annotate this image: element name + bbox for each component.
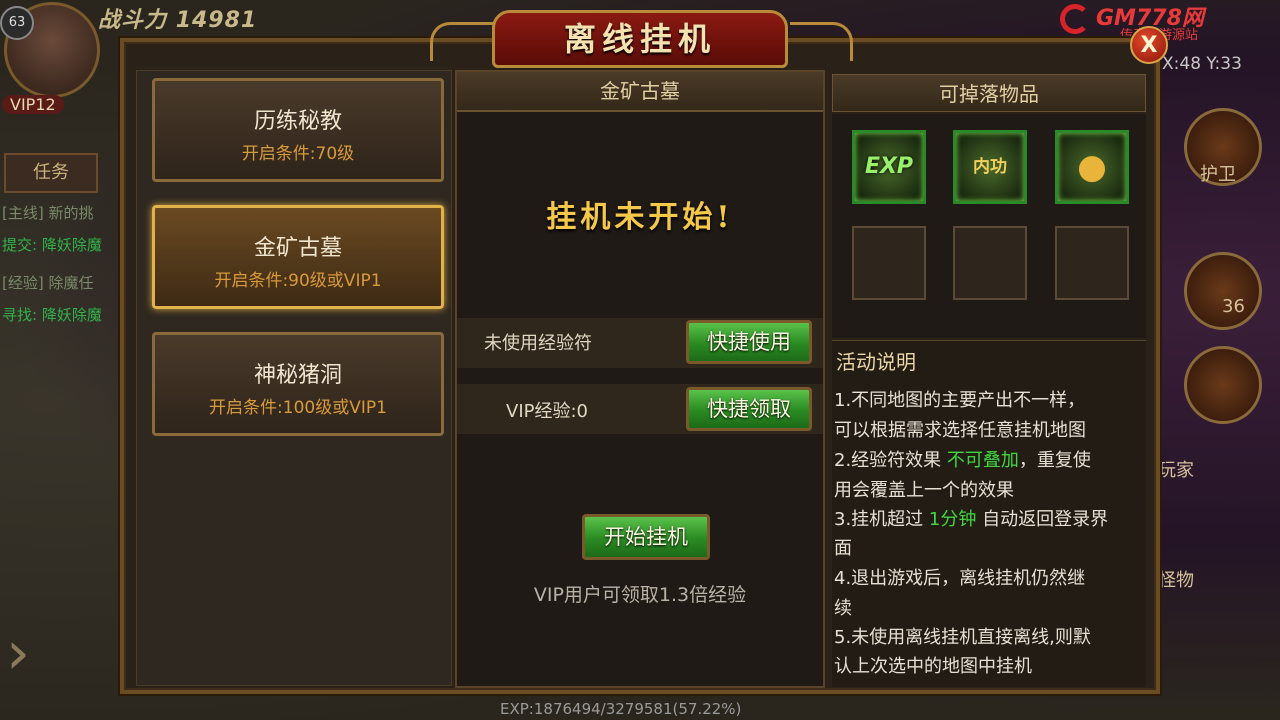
neigong-icon: 内功 bbox=[973, 157, 1007, 177]
drops-title: 可掉落物品 bbox=[832, 74, 1146, 112]
vip-exp-label: VIP经验:0 bbox=[506, 401, 588, 422]
skill-button[interactable] bbox=[1184, 346, 1262, 424]
close-button[interactable]: X bbox=[1130, 26, 1168, 64]
task-tab[interactable]: 任务 bbox=[4, 153, 98, 193]
map-condition: 开启条件:90级或VIP1 bbox=[214, 271, 382, 291]
combat-power: 战斗力 14981 bbox=[98, 8, 258, 33]
dialog-title: 离线挂机 bbox=[563, 20, 716, 58]
potion-count: 36 bbox=[1222, 296, 1245, 317]
map-option-lilian[interactable]: 历练秘教 开启条件:70级 bbox=[152, 78, 444, 182]
afk-status-text: 挂机未开始! bbox=[546, 200, 734, 235]
dialog-title-plate: 离线挂机 bbox=[492, 10, 788, 68]
description-line: 2.经验符效果 不可叠加，重复使 bbox=[834, 450, 1091, 471]
map-option-jinkuang[interactable]: 金矿古墓 开启条件:90级或VIP1 bbox=[152, 205, 444, 309]
drop-slot[interactable]: ● bbox=[1055, 130, 1129, 204]
description-line: 面 bbox=[834, 538, 852, 559]
map-condition: 开启条件:70级 bbox=[241, 144, 355, 164]
chevron-right-icon[interactable]: › bbox=[6, 618, 46, 688]
description-line: 用会覆盖上一个的效果 bbox=[834, 480, 1014, 501]
title-ornament-right bbox=[790, 22, 853, 61]
description-line: 认上次选中的地图中挂机 bbox=[834, 656, 1032, 677]
exp-icon: EXP bbox=[864, 154, 914, 179]
guard-label: 护卫 bbox=[1200, 164, 1236, 185]
highlight-text: 1分钟 bbox=[928, 509, 977, 530]
description-line: 1.不同地图的主要产出不一样， bbox=[834, 390, 1086, 411]
quest-line[interactable]: [主线] 新的挑 bbox=[2, 202, 93, 223]
vip-badge[interactable]: VIP12 bbox=[2, 95, 64, 114]
logo-g-icon bbox=[1060, 4, 1090, 34]
map-name: 金矿古墓 bbox=[253, 236, 342, 261]
selected-map-title: 金矿古墓 bbox=[457, 72, 823, 112]
map-option-zhudong[interactable]: 神秘猪洞 开启条件:100级或VIP1 bbox=[152, 332, 444, 436]
quick-claim-button[interactable]: 快捷领取 bbox=[686, 387, 812, 431]
drop-slot[interactable]: 内功 bbox=[953, 130, 1027, 204]
players-label[interactable]: 玩家 bbox=[1158, 456, 1194, 482]
map-condition: 开启条件:100级或VIP1 bbox=[209, 398, 387, 418]
description-line: 续 bbox=[834, 598, 852, 619]
vip-bonus-note: VIP用户可领取1.3倍经验 bbox=[533, 584, 747, 606]
description-line: 3.挂机超过 1分钟 自动返回登录界 bbox=[834, 509, 1109, 530]
player-level-badge: 63 bbox=[0, 6, 34, 40]
quest-line[interactable]: 提交: 降妖除魔 bbox=[2, 234, 102, 255]
monsters-label[interactable]: 怪物 bbox=[1158, 566, 1194, 592]
coordinates-readout: X:48 Y:33 bbox=[1162, 54, 1242, 74]
description-title: 活动说明 bbox=[836, 350, 916, 374]
drop-slot-empty bbox=[1055, 226, 1129, 300]
exp-rune-label: 未使用经验符 bbox=[484, 333, 592, 354]
drop-slot[interactable]: EXP bbox=[852, 130, 926, 204]
exp-bar-text: EXP:1876494/3279581(57.22%) bbox=[500, 700, 742, 718]
highlight-text: 不可叠加 bbox=[946, 450, 1019, 471]
drop-slot-empty bbox=[852, 226, 926, 300]
gold-coins-icon: ● bbox=[1077, 147, 1107, 187]
description-line: 5.未使用离线挂机直接离线,则默 bbox=[834, 627, 1091, 648]
quick-use-button[interactable]: 快捷使用 bbox=[686, 320, 812, 364]
title-ornament-left bbox=[430, 22, 493, 61]
drop-slot-empty bbox=[953, 226, 1027, 300]
potion-button[interactable] bbox=[1184, 252, 1262, 330]
description-line: 4.退出游戏后，离线挂机仍然继 bbox=[834, 568, 1086, 589]
start-afk-button[interactable]: 开始挂机 bbox=[582, 514, 710, 560]
quest-line[interactable]: [经验] 除魔任 bbox=[2, 272, 93, 293]
map-name: 历练秘教 bbox=[253, 109, 342, 134]
description-line: 可以根据需求选择任意挂机地图 bbox=[834, 420, 1086, 441]
map-name: 神秘猪洞 bbox=[253, 363, 342, 388]
quest-line[interactable]: 寻找: 降妖除魔 bbox=[2, 304, 102, 325]
